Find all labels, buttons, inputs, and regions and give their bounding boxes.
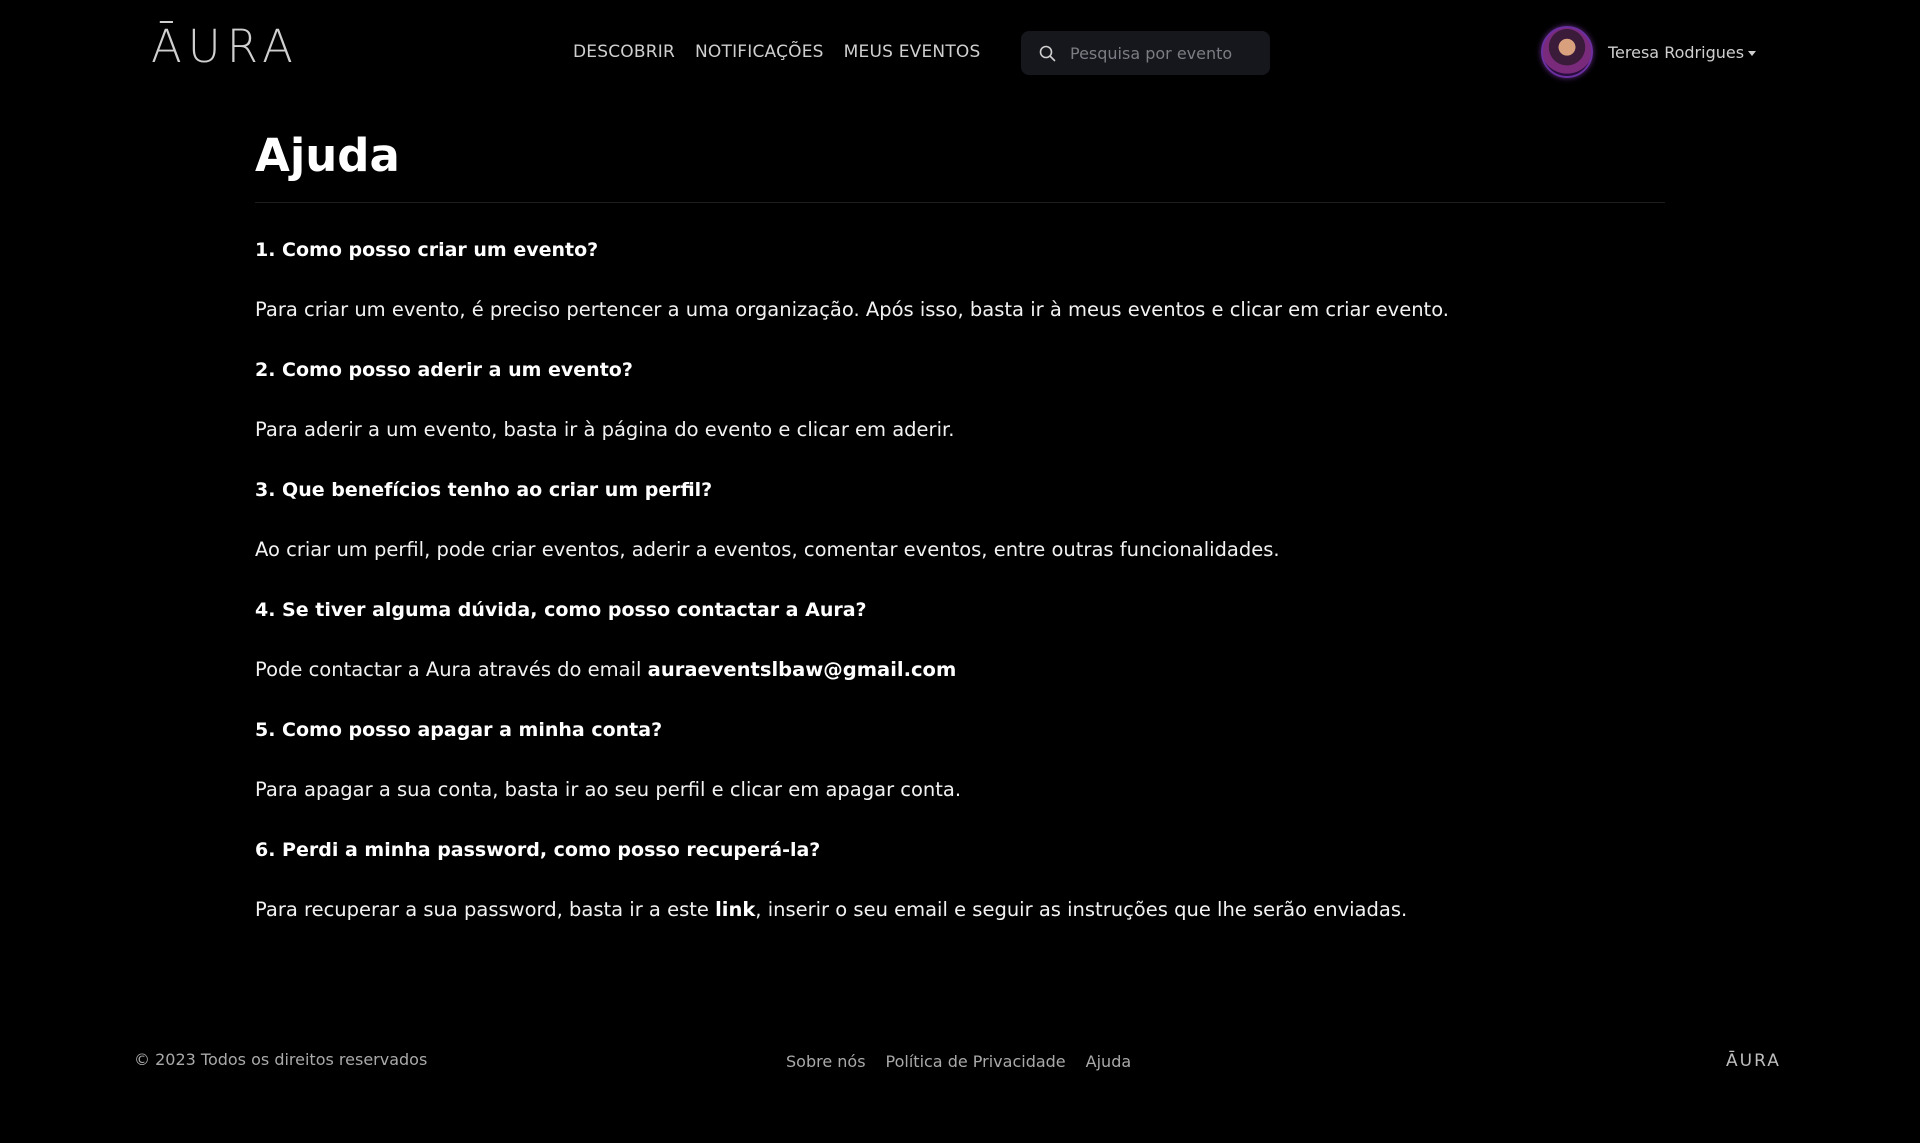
password-recovery-link[interactable]: link (715, 898, 755, 921)
faq-answer-text: , inserir o seu email e seguir as instru… (755, 898, 1408, 921)
nav-meus-eventos[interactable]: MEUS EVENTOS (844, 42, 981, 62)
faq-question: 3. Que benefícios tenho ao criar um perf… (255, 479, 713, 501)
faq-question: 6. Perdi a minha password, como posso re… (255, 839, 821, 861)
search-input[interactable] (1068, 42, 1248, 64)
search-box (1021, 31, 1270, 75)
nav-notificacoes[interactable]: NOTIFICAÇÕES (695, 42, 824, 62)
faq-answer: Para aderir a um evento, basta ir à pági… (255, 418, 955, 441)
avatar[interactable] (1541, 26, 1593, 78)
faq-answer-text: Para recuperar a sua password, basta ir … (255, 898, 716, 921)
faq-question: 1. Como posso criar um evento? (255, 239, 599, 261)
footer-copyright: © 2023 Todos os direitos reservados (134, 1050, 428, 1069)
search-icon (1039, 45, 1056, 61)
title-divider (255, 202, 1665, 203)
faq-answer-text: Pode contactar a Aura através do email (255, 658, 648, 681)
contact-email: auraeventslbaw@gmail.com (647, 658, 957, 681)
aura-logo[interactable]: ĀURA (151, 20, 299, 73)
nav-descobrir[interactable]: DESCOBRIR (573, 42, 675, 62)
page-title: Ajuda (255, 129, 400, 182)
footer-logo[interactable]: ĀURA (1726, 1051, 1781, 1071)
main-content: Ajuda 1. Como posso criar um evento? Par… (255, 126, 1665, 955)
footer-link-sobre-nos[interactable]: Sobre nós (786, 1052, 866, 1071)
faq-question: 4. Se tiver alguma dúvida, como posso co… (255, 599, 867, 621)
main-nav: DESCOBRIR NOTIFICAÇÕES MEUS EVENTOS (573, 42, 981, 62)
faq-question: 5. Como posso apagar a minha conta? (255, 719, 663, 741)
user-name-label: Teresa Rodrigues (1608, 42, 1745, 62)
footer-links: Sobre nós Política de Privacidade Ajuda (786, 1052, 1131, 1071)
faq-answer: Para recuperar a sua password, basta ir … (255, 895, 1665, 925)
faq-answer: Pode contactar a Aura através do email a… (255, 655, 1665, 685)
faq-question: 2. Como posso aderir a um evento? (255, 359, 633, 381)
user-name[interactable]: Teresa Rodrigues (1608, 42, 1757, 62)
faq-answer: Para apagar a sua conta, basta ir ao seu… (255, 778, 962, 801)
faq-answer: Ao criar um perfil, pode criar eventos, … (255, 538, 1280, 561)
user-menu[interactable]: Teresa Rodrigues (1541, 26, 1757, 78)
footer-link-ajuda[interactable]: Ajuda (1086, 1052, 1132, 1071)
faq-answer: Para criar um evento, é preciso pertence… (255, 298, 1449, 321)
top-navbar: ĀURA DESCOBRIR NOTIFICAÇÕES MEUS EVENTOS… (0, 0, 1920, 106)
faq-list: 1. Como posso criar um evento? Para cria… (255, 235, 1665, 925)
footer-link-politica-privacidade[interactable]: Política de Privacidade (886, 1052, 1066, 1071)
caret-down-icon (1748, 50, 1757, 56)
